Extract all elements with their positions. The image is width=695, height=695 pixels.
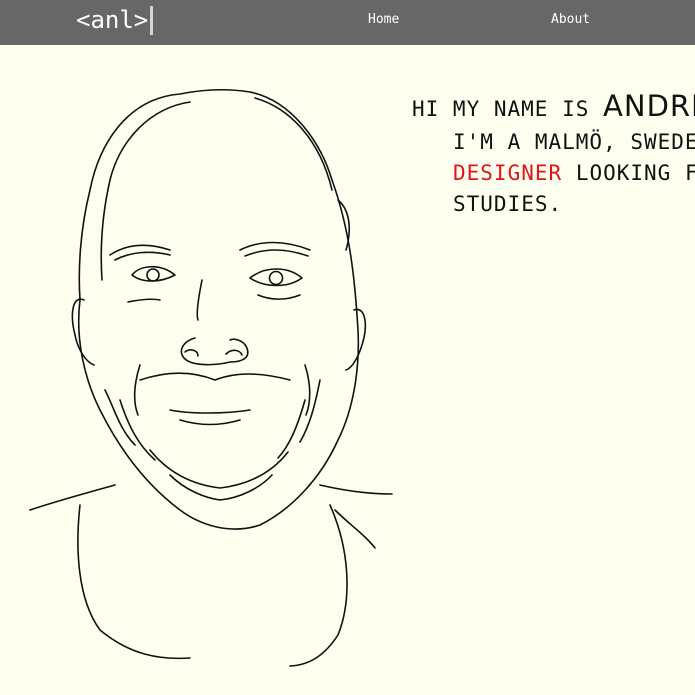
nav-link-home[interactable]: Home (368, 12, 399, 28)
nav-link-about[interactable]: About (551, 12, 590, 28)
intro-line-role: designer looking for (453, 158, 695, 189)
site-logo[interactable]: <anl> (76, 4, 148, 36)
role-highlight: designer (453, 161, 563, 185)
name-text: André! (603, 89, 695, 123)
head-outline (77, 89, 360, 530)
intro-line-location: I'm a Malmö, Sweden (453, 130, 695, 154)
role-rest-text: looking for (575, 161, 695, 185)
intro-line-greeting: Hi my name is André! (412, 88, 695, 127)
top-navbar: <anl> Home About (0, 0, 695, 45)
greeting-text: Hi my name is (412, 97, 590, 121)
intro-line-studies: studies. (453, 192, 563, 216)
text-cursor (150, 6, 153, 35)
portrait-line-drawing (29, 89, 393, 667)
intro-text-block: Hi my name is André! I'm a Malmö, Sweden… (412, 88, 695, 220)
